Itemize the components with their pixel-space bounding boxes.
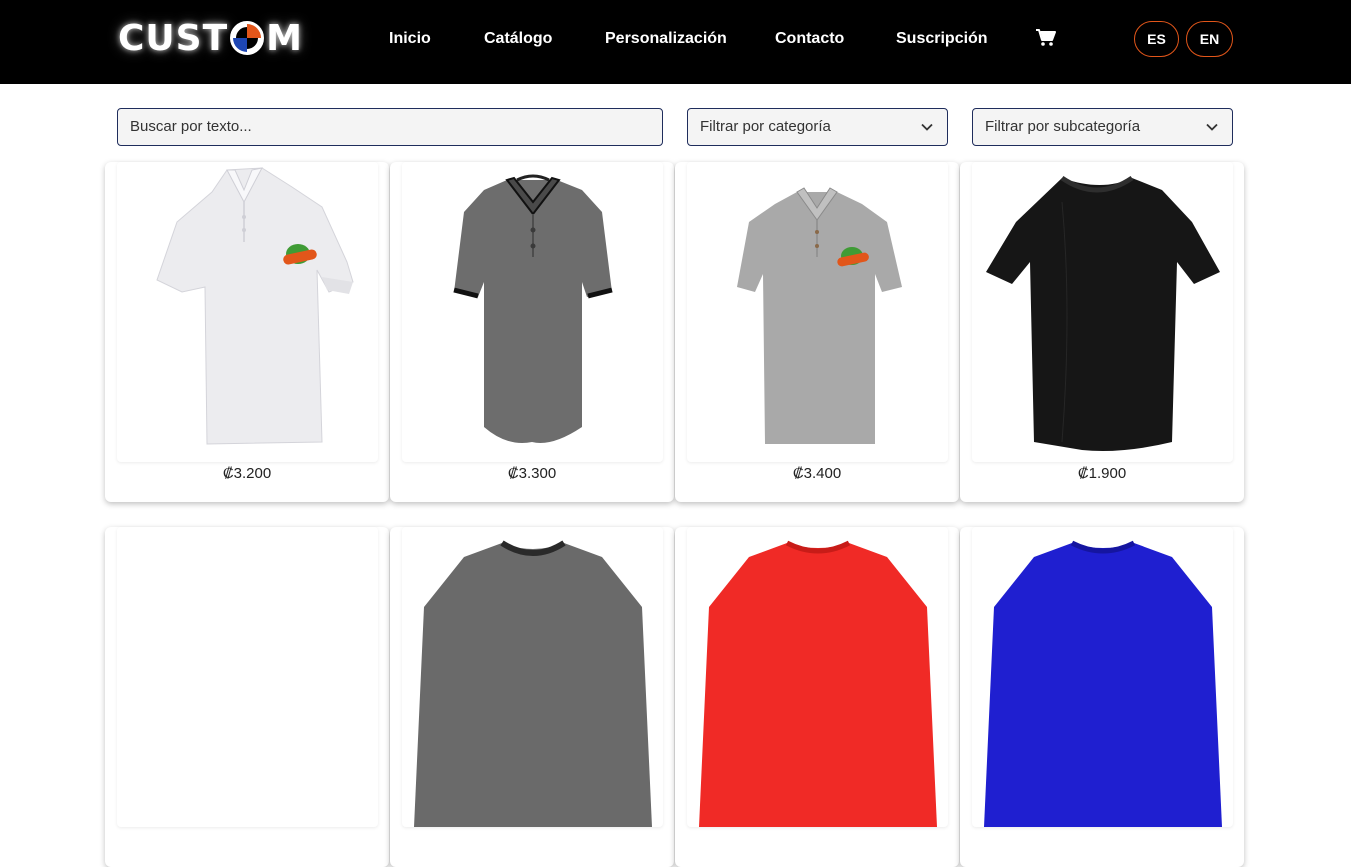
nav-contacto[interactable]: Contacto bbox=[775, 27, 844, 51]
product-card[interactable]: ₡3.200 bbox=[105, 162, 389, 502]
product-image bbox=[402, 527, 663, 827]
language-es-button[interactable]: ES bbox=[1134, 21, 1179, 57]
nav-inicio[interactable]: Inicio bbox=[389, 27, 431, 51]
product-card[interactable] bbox=[105, 527, 389, 867]
subcategory-select-label: Filtrar por subcategoría bbox=[985, 118, 1141, 135]
product-image bbox=[117, 162, 378, 462]
nav-suscripcion[interactable]: Suscripción bbox=[896, 27, 988, 51]
product-price: ₡3.400 bbox=[792, 465, 842, 482]
site-header: CUST M Inicio Catálogo Personalización C… bbox=[0, 0, 1351, 84]
product-image bbox=[972, 527, 1233, 827]
product-card[interactable] bbox=[960, 527, 1244, 867]
product-card[interactable]: ₡1.900 bbox=[960, 162, 1244, 502]
product-image bbox=[972, 162, 1233, 462]
category-select[interactable]: Filtrar por categoría bbox=[687, 108, 948, 146]
product-image bbox=[687, 527, 948, 827]
product-image bbox=[687, 162, 948, 462]
chevron-down-icon bbox=[921, 123, 933, 131]
product-price: ₡3.300 bbox=[507, 465, 557, 482]
product-price: ₡1.900 bbox=[1077, 465, 1127, 482]
product-card[interactable]: ₡3.400 bbox=[675, 162, 959, 502]
product-card[interactable]: ₡3.300 bbox=[390, 162, 674, 502]
product-card[interactable] bbox=[390, 527, 674, 867]
nav-catalogo[interactable]: Catálogo bbox=[484, 27, 552, 51]
product-image bbox=[117, 527, 378, 827]
product-card[interactable] bbox=[675, 527, 959, 867]
cart-icon[interactable] bbox=[1036, 29, 1056, 47]
chevron-down-icon bbox=[1206, 123, 1218, 131]
nav-personalizacion[interactable]: Personalización bbox=[605, 27, 727, 51]
product-image bbox=[402, 162, 663, 462]
subcategory-select[interactable]: Filtrar por subcategoría bbox=[972, 108, 1233, 146]
search-input[interactable]: Buscar por texto... bbox=[117, 108, 663, 146]
product-price: ₡3.200 bbox=[222, 465, 272, 482]
category-select-label: Filtrar por categoría bbox=[700, 118, 831, 135]
language-en-button[interactable]: EN bbox=[1186, 21, 1233, 57]
